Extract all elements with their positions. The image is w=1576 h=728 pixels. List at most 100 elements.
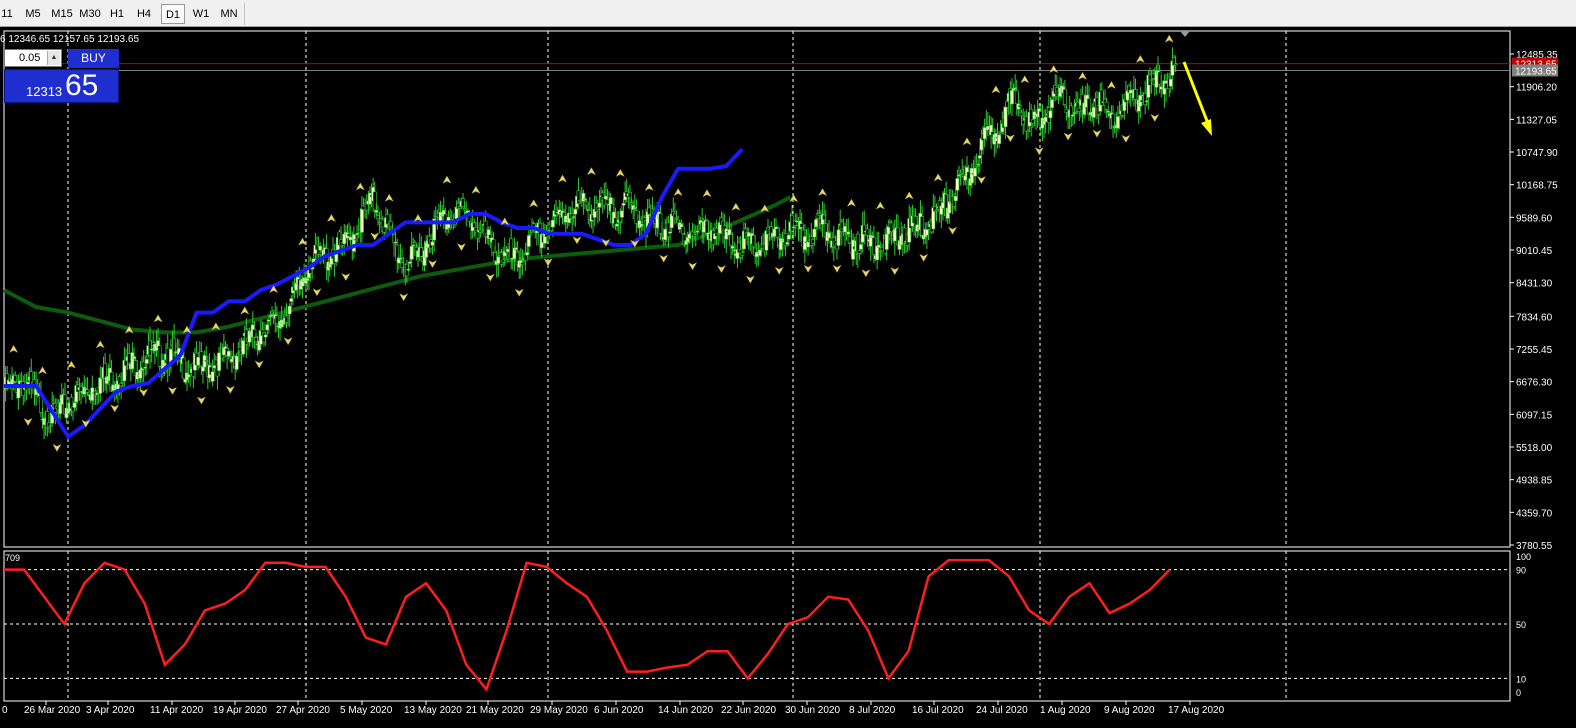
fractal-up-icon xyxy=(1020,75,1030,84)
candle-body xyxy=(144,359,149,364)
time-axis-label: 19 Apr 2020 xyxy=(213,705,267,716)
candle-body xyxy=(628,192,632,198)
lot-spinner-up-icon[interactable]: ▲ xyxy=(47,51,60,65)
ohlc-info: 6 12346.65 12157.65 12193.65 xyxy=(0,34,140,45)
time-axis-label: 8 Jul 2020 xyxy=(849,705,896,716)
fractal-up-icon xyxy=(615,168,625,177)
candle-body xyxy=(1018,105,1022,108)
fractal-down-icon xyxy=(687,262,698,271)
timeframe-button[interactable]: 11 xyxy=(0,4,14,24)
candle-body xyxy=(217,352,221,371)
price-axis-label: 4359.70 xyxy=(1516,508,1553,519)
projection-arrow-line xyxy=(1182,61,1211,127)
candle-body xyxy=(1063,88,1067,105)
fractal-down-icon xyxy=(399,293,409,302)
fractal-up-icon xyxy=(66,360,77,369)
fractal-down-icon xyxy=(1092,129,1102,138)
buy-price-pips: 65 xyxy=(65,69,99,102)
fractal-down-icon xyxy=(52,443,62,452)
chart-shift-marker-icon[interactable] xyxy=(1180,31,1190,37)
time-axis-label: 22 Jun 2020 xyxy=(721,705,776,716)
fractal-down-icon xyxy=(832,264,842,273)
time-axis-label: 16 Jul 2020 xyxy=(912,705,964,716)
fractal-down-icon xyxy=(1005,134,1015,143)
timeframe-d1-button[interactable]: D1 xyxy=(161,4,185,24)
osc-axis-label: 10 xyxy=(1516,674,1526,684)
price-axis-label: 3780.55 xyxy=(1516,541,1553,552)
time-axis-label: 3 Apr 2020 xyxy=(86,705,135,716)
price-axis-label: 9010.45 xyxy=(1516,246,1553,257)
osc-axis-label: 90 xyxy=(1516,566,1526,576)
fractal-up-icon xyxy=(846,198,857,207)
time-axis-label: 17 Aug 2020 xyxy=(1168,705,1225,716)
fractal-up-icon xyxy=(962,137,972,146)
fractal-up-icon xyxy=(297,237,308,246)
fractal-down-icon xyxy=(976,175,987,184)
fractal-down-icon xyxy=(861,269,871,278)
fractal-up-icon xyxy=(240,306,250,315)
price-axis-label: 11906.20 xyxy=(1516,83,1557,94)
fractal-up-icon xyxy=(933,173,943,182)
fractal-down-icon xyxy=(572,236,582,245)
buy-button[interactable]: BUY xyxy=(68,49,119,68)
osc-axis-label: 50 xyxy=(1516,620,1526,630)
fractal-up-icon xyxy=(355,182,365,191)
fractal-down-icon xyxy=(1034,147,1044,156)
timeframe-w1-button[interactable]: W1 xyxy=(188,4,214,24)
time-axis-label: 11 Apr 2020 xyxy=(150,705,204,716)
fractal-up-icon xyxy=(1049,65,1059,74)
time-axis-label: 1 Aug 2020 xyxy=(1040,705,1091,716)
fractal-down-icon xyxy=(456,243,467,252)
fractal-up-icon xyxy=(1164,34,1174,43)
fractal-down-icon xyxy=(716,264,727,274)
fractal-down-icon xyxy=(283,337,293,346)
chart-area[interactable]: 12485.35 11906.20 11327.05 10747.90 10168.75… xyxy=(0,28,1576,723)
osc-axis-label: 100 xyxy=(1516,552,1531,562)
fractal-up-icon xyxy=(731,202,741,211)
lot-size-input[interactable]: 0.05 ▲ xyxy=(4,49,62,67)
fractal-up-icon xyxy=(702,189,712,198)
fractal-up-icon xyxy=(817,188,828,197)
price-axis-label: 7255.45 xyxy=(1516,345,1553,356)
fractal-up-icon xyxy=(904,191,914,200)
fractal-down-icon xyxy=(803,264,813,273)
time-axis-label: 29 May 2020 xyxy=(530,705,588,716)
fractal-up-icon xyxy=(991,85,1001,94)
timeframe-h4-button[interactable]: H4 xyxy=(132,4,156,24)
buy-price-button[interactable]: 12313 65 xyxy=(4,69,119,103)
timeframe-m30-button[interactable]: M30 xyxy=(78,4,102,24)
timeframe-m5-button[interactable]: M5 xyxy=(20,4,46,24)
timeframe-m15-button[interactable]: M15 xyxy=(48,4,76,24)
fractal-down-icon xyxy=(1063,132,1073,141)
candle-body xyxy=(668,231,672,234)
timeframe-mn-button[interactable]: MN xyxy=(216,4,242,24)
time-axis-label: 21 May 2020 xyxy=(466,705,524,716)
fractal-down-icon xyxy=(23,417,33,426)
fractal-down-icon xyxy=(659,254,669,263)
fractal-down-icon xyxy=(890,266,900,276)
price-axis-label: 10747.90 xyxy=(1516,148,1558,159)
price-marker-label: 12193.65 xyxy=(1515,66,1557,77)
fractal-down-icon xyxy=(427,259,438,269)
candle-body xyxy=(740,252,745,256)
price-axis-label: 11327.05 xyxy=(1516,115,1557,126)
lot-value: 0.05 xyxy=(19,52,41,64)
chart-canvas[interactable]: 12485.3511906.2011327.0510747.9010168.75… xyxy=(0,28,1576,723)
fractal-up-icon xyxy=(1106,80,1117,89)
fractal-down-icon xyxy=(1150,113,1160,122)
timeframe-h1-button[interactable]: H1 xyxy=(104,4,130,24)
fractal-down-icon xyxy=(196,396,207,405)
fractal-up-icon xyxy=(95,340,105,349)
fractal-down-icon xyxy=(485,273,495,282)
fractal-down-icon xyxy=(225,385,235,394)
fractal-down-icon xyxy=(254,360,264,369)
oscillator-line xyxy=(4,558,1171,692)
fractal-down-icon xyxy=(110,404,120,413)
fractal-up-icon xyxy=(9,344,19,353)
fractal-down-icon xyxy=(167,386,178,395)
fractal-up-icon xyxy=(153,314,163,323)
time-axis-label: 6 Jun 2020 xyxy=(594,705,644,716)
fractal-up-icon xyxy=(875,201,885,210)
fractal-down-icon xyxy=(370,232,380,241)
time-axis-label: 5 May 2020 xyxy=(340,705,393,716)
